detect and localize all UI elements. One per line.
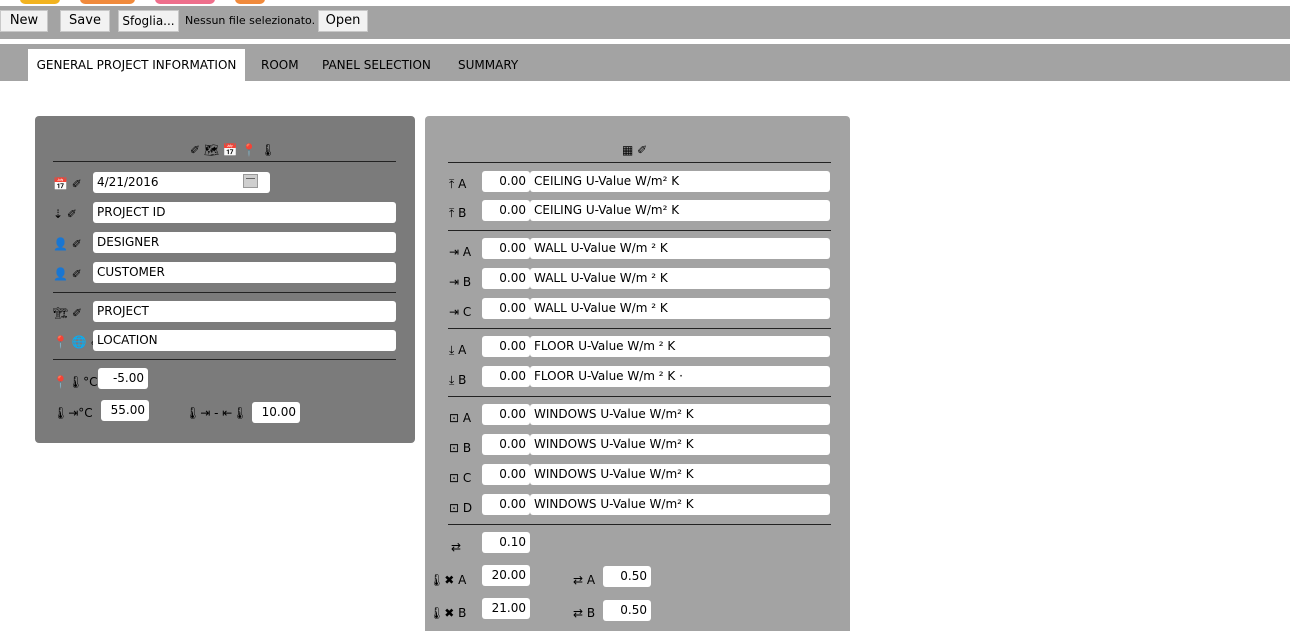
tab-general-project-information[interactable]: GENERAL PROJECT INFORMATION — [28, 49, 245, 81]
window-icon: ⊡ D — [449, 501, 473, 515]
window-b-desc[interactable]: WINDOWS U-Value W/m² K — [530, 434, 830, 455]
ventilation-a-temp-field[interactable]: 20.00 — [482, 565, 530, 586]
window-a-desc[interactable]: WINDOWS U-Value W/m² K — [530, 404, 830, 425]
delta-temp-label: 🌡⇥ - ⇤🌡 — [185, 406, 248, 420]
wall-icon: ⇥ C — [449, 305, 472, 319]
ceiling-a-desc[interactable]: CEILING U-Value W/m² K — [530, 171, 830, 192]
wall-icon: ⇥ B — [449, 275, 472, 289]
customer-field[interactable]: CUSTOMER — [93, 262, 396, 283]
floor-b-value[interactable]: 0.00 — [482, 366, 530, 387]
floor-icon: ⤓ B — [449, 373, 467, 387]
divider — [448, 328, 831, 329]
window-d-desc[interactable]: WINDOWS U-Value W/m² K — [530, 494, 830, 515]
tab-summary[interactable]: SUMMARY — [458, 49, 518, 81]
outdoor-temp-field[interactable]: -5.00 — [98, 368, 148, 389]
wall-a-desc[interactable]: WALL U-Value W/m ² K — [530, 238, 830, 259]
window-c-value[interactable]: 0.00 — [482, 464, 530, 485]
ceiling-icon: ⤒ B — [449, 206, 467, 220]
general-header-icons: ✐ 🗺 📅 📍 🌡 — [190, 143, 276, 157]
indoor-temp-label: 🌡⇥°C — [53, 406, 93, 420]
wall-icon: ⇥ A — [449, 245, 472, 259]
divider — [448, 162, 831, 163]
ceiling-b-desc[interactable]: CEILING U-Value W/m² K — [530, 200, 830, 221]
ventilation-a-label: 🌡✖ A — [429, 573, 467, 587]
divider — [53, 161, 396, 162]
air-change-field[interactable]: 0.10 — [482, 532, 530, 553]
window-c-desc[interactable]: WINDOWS U-Value W/m² K — [530, 464, 830, 485]
room-panel: ▦ ✐ ⤒ A 0.00 CEILING U-Value W/m² K ⤒ B … — [425, 116, 850, 631]
ceiling-a-value[interactable]: 0.00 — [482, 171, 530, 192]
tab-room[interactable]: ROOM — [261, 49, 299, 81]
divider — [448, 524, 831, 525]
divider — [448, 230, 831, 231]
window-d-value[interactable]: 0.00 — [482, 494, 530, 515]
new-button[interactable]: New — [0, 10, 48, 32]
floor-icon: ⤓ A — [449, 343, 467, 357]
room-header-icons: ▦ ✐ — [622, 143, 648, 157]
calendar-picker-icon[interactable] — [243, 174, 258, 188]
divider — [53, 359, 396, 360]
window-icon: ⊡ B — [449, 441, 472, 455]
ceiling-icon: ⤒ A — [449, 177, 467, 191]
toolbar: New Save Sfoglia... Nessun file selezion… — [0, 6, 1290, 39]
exchange-b-field[interactable]: 0.50 — [603, 600, 651, 621]
project-date-field[interactable]: 4/21/2016 — [93, 172, 270, 193]
window-a-value[interactable]: 0.00 — [482, 404, 530, 425]
wall-c-value[interactable]: 0.00 — [482, 298, 530, 319]
tab-panel-selection[interactable]: PANEL SELECTION — [322, 49, 431, 81]
exchange-b-label: ⇄ B — [573, 606, 596, 620]
location-field[interactable]: LOCATION — [93, 330, 396, 351]
project-id-field[interactable]: PROJECT ID — [93, 202, 396, 223]
ventilation-b-label: 🌡✖ B — [429, 606, 467, 620]
general-info-panel: ✐ 🗺 📅 📍 🌡 📅 ✐ 4/21/2016 ⇣ ✐ PROJECT ID 👤… — [35, 116, 415, 443]
sort-icon: ⇣ ✐ — [53, 207, 77, 221]
divider — [448, 396, 831, 397]
tab-bar: GENERAL PROJECT INFORMATION ROOM PANEL S… — [0, 44, 1290, 81]
floor-a-desc[interactable]: FLOOR U-Value W/m ² K — [530, 336, 830, 357]
ventilation-b-temp-field[interactable]: 21.00 — [482, 598, 530, 619]
user-icon: 👤 ✐ — [53, 267, 82, 281]
designer-field[interactable]: DESIGNER — [93, 232, 396, 253]
wall-b-desc[interactable]: WALL U-Value W/m ² K — [530, 268, 830, 289]
file-status-text: Nessun file selezionato. — [185, 14, 316, 27]
window-icon: ⊡ C — [449, 471, 472, 485]
floor-a-value[interactable]: 0.00 — [482, 336, 530, 357]
wall-b-value[interactable]: 0.00 — [482, 268, 530, 289]
divider — [53, 292, 396, 293]
browse-button[interactable]: Sfoglia... — [118, 10, 179, 32]
wall-c-desc[interactable]: WALL U-Value W/m ² K — [530, 298, 830, 319]
window-icon: ⊡ A — [449, 411, 472, 425]
ceiling-b-value[interactable]: 0.00 — [482, 200, 530, 221]
floor-b-desc[interactable]: FLOOR U-Value W/m ² K · — [530, 366, 830, 387]
save-button[interactable]: Save — [60, 10, 110, 32]
delta-temp-field[interactable]: 10.00 — [252, 402, 300, 423]
window-b-value[interactable]: 0.00 — [482, 434, 530, 455]
indoor-temp-field[interactable]: 55.00 — [101, 400, 149, 421]
building-icon: 🏗 ✐ — [53, 306, 83, 320]
project-field[interactable]: PROJECT — [93, 301, 396, 322]
user-add-icon: 👤 ✐ — [53, 237, 82, 251]
air-change-icon: ⇄ — [451, 540, 462, 554]
open-button[interactable]: Open — [318, 10, 368, 32]
exchange-a-label: ⇄ A — [573, 573, 596, 587]
calendar-icon: 📅 ✐ — [53, 177, 82, 191]
wall-a-value[interactable]: 0.00 — [482, 238, 530, 259]
exchange-a-field[interactable]: 0.50 — [603, 566, 651, 587]
outdoor-temp-label: 📍🌡°C — [53, 375, 98, 389]
